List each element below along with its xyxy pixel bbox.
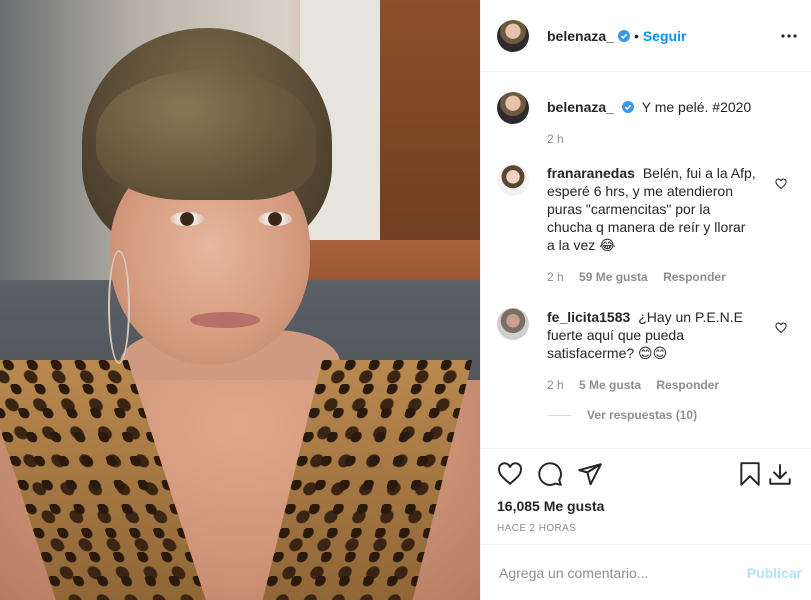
view-replies-button[interactable]: Ver respuestas (10) <box>547 408 697 422</box>
view-replies-label: Ver respuestas (10) <box>587 408 698 422</box>
caption-body: belenaza_ Y me pelé. #2020 2 h <box>547 92 757 148</box>
bookmark-icon[interactable] <box>737 461 763 487</box>
post-sidebar: belenaza_ • Seguir belenaza_ Y me pelé. … <box>480 0 811 600</box>
author-avatar[interactable] <box>497 19 529 52</box>
photo-fringe <box>96 70 316 200</box>
post-photo[interactable] <box>0 0 480 600</box>
publish-button[interactable]: Publicar <box>747 565 802 581</box>
comment-likes[interactable]: 59 Me gusta <box>579 270 648 284</box>
download-icon[interactable] <box>767 461 793 487</box>
comment-time[interactable]: 2 h <box>547 378 564 392</box>
caption-time[interactable]: 2 h <box>547 130 757 148</box>
add-comment-bar: Publicar <box>481 544 811 600</box>
commenter-avatar[interactable] <box>497 164 529 196</box>
comment-body: franaranedas Belén, fui a la Afp, esperé… <box>547 164 757 286</box>
post-timestamp[interactable]: HACE 2 HORAS <box>497 523 576 534</box>
comment-likes[interactable]: 5 Me gusta <box>579 378 641 392</box>
likes-count[interactable]: 16,085 Me gusta <box>497 498 604 514</box>
comment-item: franaranedas Belén, fui a la Afp, esperé… <box>497 164 797 286</box>
comments-list[interactable]: belenaza_ Y me pelé. #2020 2 h franarane… <box>481 72 811 448</box>
replies-divider <box>547 414 571 416</box>
action-icons <box>481 449 811 501</box>
comment-heart-icon[interactable] <box>775 322 787 334</box>
reply-button[interactable]: Responder <box>663 270 726 284</box>
commenter-avatar[interactable] <box>497 308 529 340</box>
commenter-username[interactable]: franaranedas <box>547 165 635 181</box>
comment-time[interactable]: 2 h <box>547 270 564 284</box>
header-separator: • <box>633 27 639 44</box>
caption-avatar[interactable] <box>497 92 529 124</box>
photo-eye-right <box>258 212 292 226</box>
verified-badge-icon <box>617 29 630 42</box>
photo-lips <box>190 312 260 328</box>
follow-button[interactable]: Seguir <box>643 28 687 44</box>
comment-input[interactable] <box>497 563 731 582</box>
comment-icon[interactable] <box>537 461 563 487</box>
post-header: belenaza_ • Seguir <box>481 0 811 72</box>
caption-comment: belenaza_ Y me pelé. #2020 2 h <box>497 92 797 148</box>
heart-icon[interactable] <box>497 461 523 487</box>
photo-earring <box>108 250 130 364</box>
post-actions: 16,085 Me gusta HACE 2 HORAS <box>481 448 811 534</box>
commenter-username[interactable]: fe_licita1583 <box>547 309 630 325</box>
comment-item: fe_licita1583 ¿Hay un P.E.N.E fuerte aqu… <box>497 308 797 394</box>
verified-badge-icon <box>621 101 634 113</box>
comment-heart-icon[interactable] <box>775 178 787 190</box>
comment-meta: 2 h 59 Me gusta Responder <box>547 268 757 286</box>
instagram-post: belenaza_ • Seguir belenaza_ Y me pelé. … <box>0 0 811 600</box>
reply-button[interactable]: Responder <box>656 378 719 392</box>
more-horizontal-icon[interactable] <box>780 28 798 44</box>
share-icon[interactable] <box>577 461 603 487</box>
comment-meta: 2 h 5 Me gusta Responder <box>547 376 757 394</box>
photo-eye-left <box>170 212 204 226</box>
author-username[interactable]: belenaza_ <box>547 28 614 44</box>
caption-text: Y me pelé. #2020 <box>641 99 752 115</box>
comment-body: fe_licita1583 ¿Hay un P.E.N.E fuerte aqu… <box>547 308 757 394</box>
caption-username[interactable]: belenaza_ <box>547 99 614 115</box>
